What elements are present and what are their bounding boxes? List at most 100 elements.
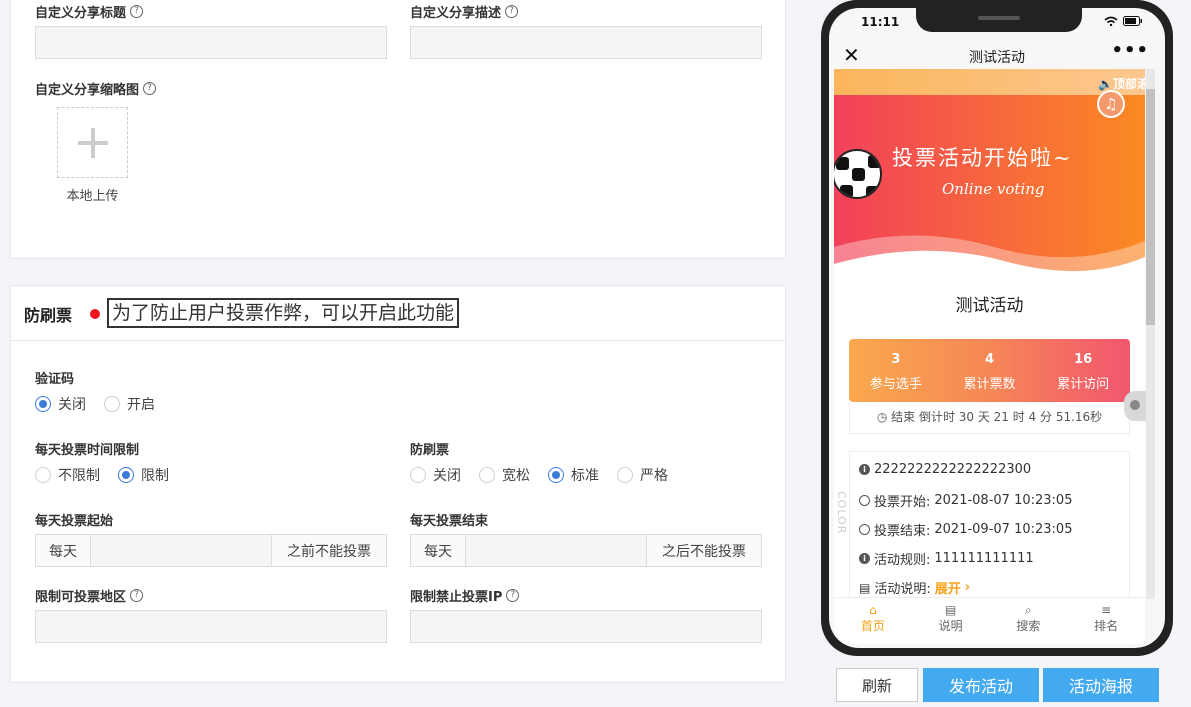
wifi-icon xyxy=(1104,16,1118,26)
radio-checked-icon xyxy=(548,467,564,483)
daily-end-label: 每天投票结束 xyxy=(410,514,489,529)
more-icon[interactable]: ••• xyxy=(1111,40,1149,61)
share-desc-label: 自定义分享描述 ? xyxy=(410,2,519,21)
share-title-input[interactable] xyxy=(35,26,387,59)
share-settings-card: 自定义分享标题 ? 自定义分享描述 ? 自定义分享缩略图 ? 本地上传 xyxy=(10,0,786,259)
publish-button[interactable]: 发布活动 xyxy=(923,668,1039,702)
stat-players: 3 参与选手 xyxy=(869,352,922,392)
section-header: 防刷票 为了防止用户投票作弊，可以开启此功能 xyxy=(11,286,785,341)
tab-home[interactable]: ⌂ 首页 xyxy=(834,598,912,644)
football-icon xyxy=(834,149,882,199)
daily-end-input-group: 每天 之后不能投票 xyxy=(410,534,762,567)
chevron-right-icon: › xyxy=(964,580,971,595)
help-icon[interactable]: ? xyxy=(130,5,144,18)
tab-bar: ⌂ 首页 ▤ 说明 ⌕ 搜索 ≡ 排名 xyxy=(834,597,1145,644)
radio-no-limit[interactable]: 不限制 xyxy=(35,465,100,485)
radio-unchecked-icon xyxy=(479,467,495,483)
info-icon: i xyxy=(859,553,870,564)
anti-brush-label: 防刷票 xyxy=(410,443,450,458)
radio-captcha-off[interactable]: 关闭 xyxy=(35,394,86,414)
radio-brush-strict[interactable]: 严格 xyxy=(617,465,668,485)
captcha-radio-group: 关闭 开启 xyxy=(35,394,173,414)
list-icon: ≡ xyxy=(1101,603,1112,617)
radio-brush-loose[interactable]: 宽松 xyxy=(479,465,530,485)
ip-input[interactable] xyxy=(410,610,762,643)
upload-button[interactable] xyxy=(57,107,128,178)
red-dot-icon xyxy=(90,309,100,319)
info-rules-row: i 活动规则: 111111111111 xyxy=(859,549,1034,568)
region-input[interactable] xyxy=(35,610,387,643)
search-icon: ⌕ xyxy=(1025,603,1032,617)
clock-icon xyxy=(859,495,870,506)
section-title: 防刷票 xyxy=(24,306,73,325)
info-desc-row: ▤ 活动说明: 展开 › xyxy=(859,578,971,597)
anti-brush-radio-group: 关闭 宽松 标准 严格 xyxy=(410,465,686,485)
tab-info[interactable]: ▤ 说明 xyxy=(912,598,990,644)
wechat-navbar: ✕ 测试活动 ••• xyxy=(829,38,1165,72)
clock-icon: ◷ xyxy=(876,410,888,424)
share-title-label: 自定义分享标题 ? xyxy=(35,2,144,21)
banner: 🔈顶部滚 ♫ 投票活动开始啦~ Online voting xyxy=(834,69,1145,274)
info-code-row: i 2222222222222222300 xyxy=(859,462,1031,477)
radio-captcha-on[interactable]: 开启 xyxy=(104,394,155,414)
daily-start-suffix: 之前不能投票 xyxy=(272,535,386,566)
banner-title: 投票活动开始啦~ xyxy=(892,146,1073,170)
help-icon[interactable]: ? xyxy=(130,589,144,602)
help-icon[interactable]: ? xyxy=(506,589,520,602)
radio-unchecked-icon xyxy=(35,467,51,483)
document-icon: ▤ xyxy=(859,580,871,595)
side-drag-handle[interactable] xyxy=(1124,391,1146,421)
home-icon: ⌂ xyxy=(869,603,877,617)
refresh-button[interactable]: 刷新 xyxy=(836,668,918,702)
daily-limit-radio-group: 不限制 限制 xyxy=(35,465,187,485)
side-color-label: COLOR xyxy=(835,491,848,535)
activity-title: 测试活动 xyxy=(955,296,1024,316)
daily-end-prefix: 每天 xyxy=(411,535,466,566)
wave-decoration xyxy=(834,235,1145,274)
share-thumb-label: 自定义分享缩略图 ? xyxy=(35,79,157,98)
battery-icon xyxy=(1123,16,1142,26)
tab-search[interactable]: ⌕ 搜索 xyxy=(990,598,1068,644)
poster-button[interactable]: 活动海报 xyxy=(1043,668,1159,702)
stats-panel: 3 参与选手 4 累计票数 16 累计访问 xyxy=(849,339,1130,402)
daily-end-suffix: 之后不能投票 xyxy=(647,535,761,566)
phone-screen: 11:11 ✕ 测试活动 ••• 🔈顶部滚 ♫ 投票活动开始啦~ Online … xyxy=(829,8,1165,648)
notice-text: 🔈顶部滚 xyxy=(1098,77,1145,91)
phone-preview: 11:11 ✕ 测试活动 ••• 🔈顶部滚 ♫ 投票活动开始啦~ Online … xyxy=(821,0,1173,656)
ip-label: 限制禁止投票IP ? xyxy=(410,586,520,605)
daily-limit-label: 每天投票时间限制 xyxy=(35,443,140,458)
info-start-row: 投票开始: 2021-08-07 10:23:05 xyxy=(859,491,1072,510)
banner-subtitle: Online voting xyxy=(942,180,1045,198)
share-desc-input[interactable] xyxy=(410,26,762,59)
status-time: 11:11 xyxy=(861,15,900,29)
tab-ranking[interactable]: ≡ 排名 xyxy=(1067,598,1145,644)
activity-page: 🔈顶部滚 ♫ 投票活动开始啦~ Online voting 测试活动 3 参与选… xyxy=(834,69,1145,599)
radio-checked-icon xyxy=(118,467,134,483)
music-icon[interactable]: ♫ xyxy=(1097,90,1125,118)
info-icon: i xyxy=(859,464,870,475)
radio-checked-icon xyxy=(35,396,51,412)
radio-limit[interactable]: 限制 xyxy=(118,465,169,485)
daily-start-label: 每天投票起始 xyxy=(35,514,114,529)
phone-notch xyxy=(916,8,1082,32)
help-icon[interactable]: ? xyxy=(143,82,157,95)
countdown: ◷ 结束 倒计时 30 天 21 时 4 分 51.16秒 xyxy=(849,402,1130,434)
info-box: i 2222222222222222300 投票开始: 2021-08-07 1… xyxy=(849,451,1130,599)
region-label: 限制可投票地区 ? xyxy=(35,586,144,605)
daily-start-input[interactable] xyxy=(91,535,272,566)
radio-brush-standard[interactable]: 标准 xyxy=(548,465,599,485)
stat-votes: 4 累计票数 xyxy=(963,352,1016,392)
radio-unchecked-icon xyxy=(410,467,426,483)
radio-unchecked-icon xyxy=(104,396,120,412)
preview-scroll-thumb[interactable] xyxy=(1146,89,1155,325)
radio-brush-off[interactable]: 关闭 xyxy=(410,465,461,485)
daily-end-input[interactable] xyxy=(466,535,647,566)
plus-icon xyxy=(77,127,108,158)
section-hint: 为了防止用户投票作弊，可以开启此功能 xyxy=(107,298,460,328)
document-icon: ▤ xyxy=(944,603,957,617)
daily-start-prefix: 每天 xyxy=(36,535,91,566)
expand-link[interactable]: 展开 xyxy=(935,578,961,597)
radio-unchecked-icon xyxy=(617,467,633,483)
help-icon[interactable]: ? xyxy=(505,5,519,18)
clock-icon xyxy=(859,524,870,535)
